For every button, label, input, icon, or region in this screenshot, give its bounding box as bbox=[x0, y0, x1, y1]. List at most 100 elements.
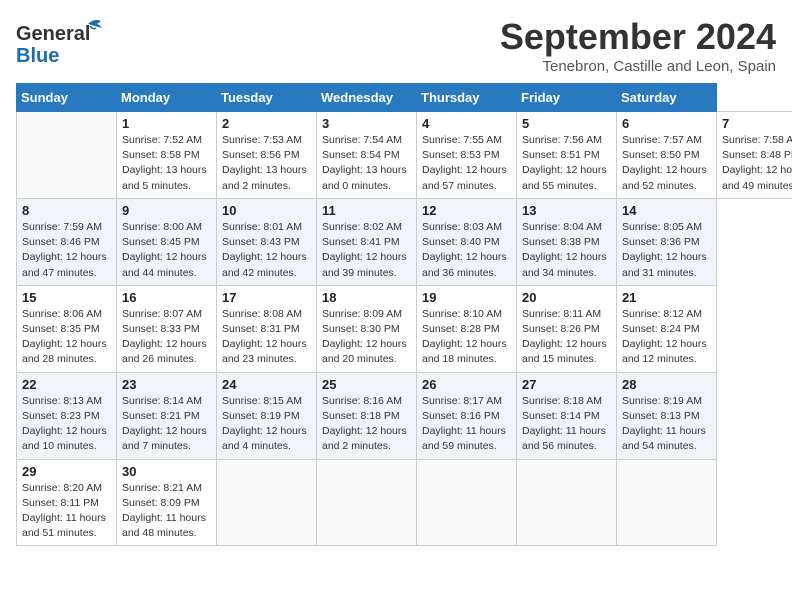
day-info: Sunrise: 8:13 AMSunset: 8:23 PMDaylight:… bbox=[22, 394, 111, 455]
calendar-week-3: 15 Sunrise: 8:06 AMSunset: 8:35 PMDayligh… bbox=[17, 285, 792, 372]
day-number: 4 bbox=[422, 116, 511, 131]
calendar-header: SundayMondayTuesdayWednesdayThursdayFrid… bbox=[17, 84, 792, 112]
day-number: 30 bbox=[122, 464, 211, 479]
calendar-week-4: 22 Sunrise: 8:13 AMSunset: 8:23 PMDayligh… bbox=[17, 372, 792, 459]
day-number: 25 bbox=[322, 377, 411, 392]
day-info: Sunrise: 8:07 AMSunset: 8:33 PMDaylight:… bbox=[122, 307, 211, 368]
day-cell-30: 30 Sunrise: 8:21 AMSunset: 8:09 PMDayligh… bbox=[117, 459, 217, 546]
svg-text:General: General bbox=[16, 23, 90, 45]
calendar-week-5: 29Sunrise: 8:20 AMSunset: 8:11 PMDayligh… bbox=[17, 459, 792, 546]
col-header-tuesday: Tuesday bbox=[217, 84, 317, 112]
empty-cell bbox=[217, 459, 317, 546]
day-number: 1 bbox=[122, 116, 211, 131]
day-info: Sunrise: 7:59 AMSunset: 8:46 PMDaylight:… bbox=[22, 220, 111, 281]
day-cell-21: 21 Sunrise: 8:12 AMSunset: 8:24 PMDayligh… bbox=[617, 285, 717, 372]
day-info: Sunrise: 8:02 AMSunset: 8:41 PMDaylight:… bbox=[322, 220, 411, 281]
day-number: 19 bbox=[422, 290, 511, 305]
day-info: Sunrise: 8:14 AMSunset: 8:21 PMDaylight:… bbox=[122, 394, 211, 455]
day-cell-11: 11 Sunrise: 8:02 AMSunset: 8:41 PMDayligh… bbox=[317, 198, 417, 285]
day-cell-28: 28 Sunrise: 8:19 AMSunset: 8:13 PMDayligh… bbox=[617, 372, 717, 459]
col-header-thursday: Thursday bbox=[417, 84, 517, 112]
day-number: 21 bbox=[622, 290, 711, 305]
day-number: 8 bbox=[22, 203, 111, 218]
day-number: 12 bbox=[422, 203, 511, 218]
month-title: September 2024 bbox=[500, 16, 776, 58]
day-cell-29: 29Sunrise: 8:20 AMSunset: 8:11 PMDayligh… bbox=[17, 459, 117, 546]
day-info: Sunrise: 8:01 AMSunset: 8:43 PMDaylight:… bbox=[222, 220, 311, 281]
location: Tenebron, Castille and Leon, Spain bbox=[500, 58, 776, 75]
day-cell-19: 19 Sunrise: 8:10 AMSunset: 8:28 PMDayligh… bbox=[417, 285, 517, 372]
day-cell-12: 12 Sunrise: 8:03 AMSunset: 8:40 PMDayligh… bbox=[417, 198, 517, 285]
calendar-table: SundayMondayTuesdayWednesdayThursdayFrid… bbox=[16, 83, 792, 546]
day-number: 10 bbox=[222, 203, 311, 218]
day-number: 23 bbox=[122, 377, 211, 392]
day-info: Sunrise: 8:03 AMSunset: 8:40 PMDaylight:… bbox=[422, 220, 511, 281]
day-info: Sunrise: 8:09 AMSunset: 8:30 PMDaylight:… bbox=[322, 307, 411, 368]
day-info: Sunrise: 8:15 AMSunset: 8:19 PMDaylight:… bbox=[222, 394, 311, 455]
col-header-saturday: Saturday bbox=[617, 84, 717, 112]
day-number: 24 bbox=[222, 377, 311, 392]
title-block: September 2024 Tenebron, Castille and Le… bbox=[500, 16, 776, 75]
day-number: 6 bbox=[622, 116, 711, 131]
day-cell-25: 25 Sunrise: 8:16 AMSunset: 8:18 PMDayligh… bbox=[317, 372, 417, 459]
day-number: 7 bbox=[722, 116, 792, 131]
day-info: Sunrise: 8:04 AMSunset: 8:38 PMDaylight:… bbox=[522, 220, 611, 281]
empty-cell bbox=[517, 459, 617, 546]
day-cell-17: 17 Sunrise: 8:08 AMSunset: 8:31 PMDayligh… bbox=[217, 285, 317, 372]
day-cell-22: 22 Sunrise: 8:13 AMSunset: 8:23 PMDayligh… bbox=[17, 372, 117, 459]
day-number: 22 bbox=[22, 377, 111, 392]
day-cell-13: 13 Sunrise: 8:04 AMSunset: 8:38 PMDayligh… bbox=[517, 198, 617, 285]
day-number: 28 bbox=[622, 377, 711, 392]
page-header: General Blue September 2024 Tenebron, Ca… bbox=[16, 16, 776, 75]
day-info: Sunrise: 8:11 AMSunset: 8:26 PMDaylight:… bbox=[522, 307, 611, 368]
day-number: 26 bbox=[422, 377, 511, 392]
day-info: Sunrise: 7:52 AMSunset: 8:58 PMDaylight:… bbox=[122, 133, 211, 194]
day-number: 20 bbox=[522, 290, 611, 305]
col-header-monday: Monday bbox=[117, 84, 217, 112]
empty-cell bbox=[17, 112, 117, 199]
day-number: 11 bbox=[322, 203, 411, 218]
day-cell-14: 14 Sunrise: 8:05 AMSunset: 8:36 PMDayligh… bbox=[617, 198, 717, 285]
day-number: 17 bbox=[222, 290, 311, 305]
svg-text:Blue: Blue bbox=[16, 45, 59, 67]
day-cell-26: 26 Sunrise: 8:17 AMSunset: 8:16 PMDayligh… bbox=[417, 372, 517, 459]
day-info: Sunrise: 8:12 AMSunset: 8:24 PMDaylight:… bbox=[622, 307, 711, 368]
empty-cell bbox=[317, 459, 417, 546]
day-cell-8: 8 Sunrise: 7:59 AMSunset: 8:46 PMDaylight… bbox=[17, 198, 117, 285]
day-info: Sunrise: 8:06 AMSunset: 8:35 PMDaylight:… bbox=[22, 307, 111, 368]
day-info: Sunrise: 7:57 AMSunset: 8:50 PMDaylight:… bbox=[622, 133, 711, 194]
empty-cell bbox=[417, 459, 517, 546]
day-info: Sunrise: 8:18 AMSunset: 8:14 PMDaylight:… bbox=[522, 394, 611, 455]
day-info: Sunrise: 8:08 AMSunset: 8:31 PMDaylight:… bbox=[222, 307, 311, 368]
day-info: Sunrise: 8:05 AMSunset: 8:36 PMDaylight:… bbox=[622, 220, 711, 281]
day-cell-23: 23 Sunrise: 8:14 AMSunset: 8:21 PMDayligh… bbox=[117, 372, 217, 459]
col-header-wednesday: Wednesday bbox=[317, 84, 417, 112]
day-info: Sunrise: 8:17 AMSunset: 8:16 PMDaylight:… bbox=[422, 394, 511, 455]
day-cell-10: 10 Sunrise: 8:01 AMSunset: 8:43 PMDayligh… bbox=[217, 198, 317, 285]
day-info: Sunrise: 8:00 AMSunset: 8:45 PMDaylight:… bbox=[122, 220, 211, 281]
day-number: 3 bbox=[322, 116, 411, 131]
day-info: Sunrise: 7:58 AMSunset: 8:48 PMDaylight:… bbox=[722, 133, 792, 194]
day-cell-9: 9Sunrise: 8:00 AMSunset: 8:45 PMDaylight… bbox=[117, 198, 217, 285]
day-number: 27 bbox=[522, 377, 611, 392]
day-number: 29 bbox=[22, 464, 111, 479]
day-number: 16 bbox=[122, 290, 211, 305]
day-number: 5 bbox=[522, 116, 611, 131]
day-cell-24: 24 Sunrise: 8:15 AMSunset: 8:19 PMDayligh… bbox=[217, 372, 317, 459]
day-cell-5: 5Sunrise: 7:56 AMSunset: 8:51 PMDaylight… bbox=[517, 112, 617, 199]
day-info: Sunrise: 8:19 AMSunset: 8:13 PMDaylight:… bbox=[622, 394, 711, 455]
day-cell-3: 3Sunrise: 7:54 AMSunset: 8:54 PMDaylight… bbox=[317, 112, 417, 199]
day-number: 13 bbox=[522, 203, 611, 218]
day-info: Sunrise: 8:16 AMSunset: 8:18 PMDaylight:… bbox=[322, 394, 411, 455]
day-info: Sunrise: 7:53 AMSunset: 8:56 PMDaylight:… bbox=[222, 133, 311, 194]
day-info: Sunrise: 8:21 AMSunset: 8:09 PMDaylight:… bbox=[122, 481, 211, 542]
day-number: 15 bbox=[22, 290, 111, 305]
day-number: 18 bbox=[322, 290, 411, 305]
day-info: Sunrise: 8:10 AMSunset: 8:28 PMDaylight:… bbox=[422, 307, 511, 368]
day-number: 14 bbox=[622, 203, 711, 218]
day-cell-7: 7 Sunrise: 7:58 AMSunset: 8:48 PMDaylight… bbox=[717, 112, 792, 199]
day-number: 2 bbox=[222, 116, 311, 131]
day-cell-27: 27 Sunrise: 8:18 AMSunset: 8:14 PMDayligh… bbox=[517, 372, 617, 459]
day-cell-1: 1 Sunrise: 7:52 AMSunset: 8:58 PMDaylight… bbox=[117, 112, 217, 199]
col-header-friday: Friday bbox=[517, 84, 617, 112]
